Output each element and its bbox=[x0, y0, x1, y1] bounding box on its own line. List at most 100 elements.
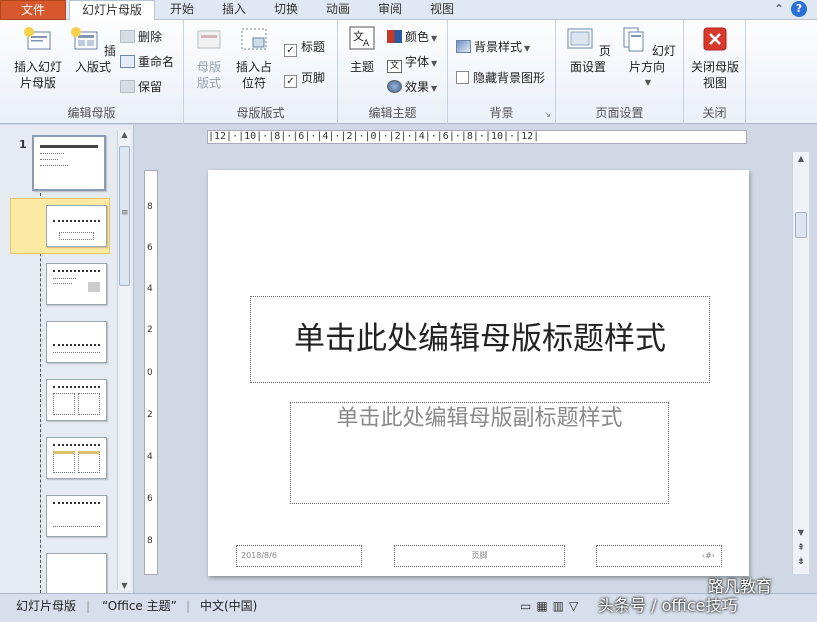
hide-background-label: 隐藏背景图形 bbox=[473, 71, 546, 85]
theme-button[interactable]: 文A 主题 bbox=[344, 26, 380, 75]
date-placeholder[interactable]: 2018/8/6 bbox=[236, 545, 362, 567]
tab-slide-master[interactable]: 幻灯片母版 bbox=[69, 0, 155, 21]
insert-layout-icon bbox=[71, 27, 98, 50]
ruler-tick: 2 bbox=[147, 325, 153, 335]
next-slide-icon[interactable]: ⇟ bbox=[793, 558, 809, 567]
layout-thumbnail[interactable] bbox=[46, 321, 107, 363]
thumbnail-scrollbar[interactable]: ▲ ≡ ▼ bbox=[117, 130, 131, 590]
insert-placeholder-icon bbox=[241, 28, 267, 50]
close-icon bbox=[703, 27, 727, 51]
layout-thumbnail[interactable] bbox=[46, 437, 107, 479]
hide-background-checkbox[interactable]: 隐藏背景图形 bbox=[456, 68, 545, 88]
page-setup-icon bbox=[567, 28, 593, 49]
help-icon[interactable]: ? bbox=[791, 1, 807, 17]
dialog-launcher-icon[interactable]: ↘ bbox=[544, 110, 551, 119]
grip-icon: ≡ bbox=[121, 208, 129, 218]
ruler-tick: 6 bbox=[147, 494, 153, 504]
minimize-ribbon-icon[interactable]: ⌃ bbox=[771, 1, 787, 17]
slide-number-placeholder[interactable]: ‹#› bbox=[596, 545, 722, 567]
tab-review[interactable]: 审阅 bbox=[368, 0, 412, 20]
ruler-tick: 2 bbox=[147, 410, 153, 420]
fonts-button[interactable]: 文字体 ▼ bbox=[387, 52, 437, 73]
footer-checkbox[interactable]: ✓ 页脚 bbox=[284, 68, 325, 88]
status-bar: 幻灯片母版 | “Office 主题” | 中文(中国) ▭▦▥▽ 路凡教育 头… bbox=[0, 577, 817, 622]
tab-animations[interactable]: 动画 bbox=[316, 0, 360, 20]
scroll-up-icon[interactable]: ▲ bbox=[118, 130, 131, 139]
close-master-view-label: 关闭母版视图 bbox=[691, 60, 740, 90]
slide-number: 1 bbox=[19, 138, 27, 151]
status-theme-name: “Office 主题” bbox=[102, 599, 177, 613]
insert-slide-master-label: 插入幻灯片母版 bbox=[13, 60, 62, 90]
tab-home[interactable]: 开始 bbox=[160, 0, 204, 20]
layout-thumbnail[interactable] bbox=[46, 205, 107, 247]
rename-icon bbox=[120, 55, 135, 68]
rename-button[interactable]: 重命名 bbox=[120, 52, 174, 72]
status-view-name: 幻灯片母版 bbox=[16, 599, 77, 613]
colors-icon bbox=[387, 30, 402, 43]
view-buttons-icon[interactable]: ▭▦▥▽ bbox=[520, 596, 583, 616]
preserve-label: 保留 bbox=[138, 80, 163, 94]
insert-placeholder-button[interactable]: 插入占位符 bbox=[230, 26, 278, 91]
scroll-down-icon[interactable]: ▼ bbox=[118, 581, 131, 590]
slide-canvas[interactable]: 单击此处编辑母版标题样式 单击此处编辑母版副标题样式 2018/8/6 页脚 ‹… bbox=[208, 170, 749, 576]
title-placeholder[interactable]: 单击此处编辑母版标题样式 bbox=[250, 296, 710, 383]
layout-thumbnail[interactable] bbox=[46, 263, 107, 305]
theme-label: 主题 bbox=[349, 60, 374, 74]
tab-file[interactable]: 文件 bbox=[0, 0, 66, 20]
group-label-master-layout: 母版版式 bbox=[236, 106, 285, 120]
status-language[interactable]: 中文(中国) bbox=[200, 596, 257, 616]
insert-placeholder-label: 插入占位符 bbox=[235, 60, 272, 90]
title-checkbox[interactable]: ✓ 标题 bbox=[284, 37, 325, 57]
footer-check-label: 页脚 bbox=[301, 71, 326, 85]
master-layout-button[interactable]: 母版版式 bbox=[192, 26, 226, 91]
pin-icon bbox=[120, 80, 135, 93]
colors-button[interactable]: 颜色 ▼ bbox=[387, 27, 437, 47]
layout-thumbnail[interactable] bbox=[46, 379, 107, 421]
vertical-ruler: 8 6 4 2 0 2 4 6 8 bbox=[144, 170, 158, 575]
page-setup-button[interactable]: 页面设置 bbox=[562, 26, 614, 75]
layout-thumbnail[interactable] bbox=[46, 495, 107, 537]
effects-button[interactable]: 效果 ▼ bbox=[387, 77, 437, 97]
slide-orientation-button[interactable]: 幻灯片方向 ▼ bbox=[616, 26, 678, 91]
delete-button[interactable]: 删除 bbox=[120, 27, 162, 47]
slide-orientation-icon bbox=[623, 27, 644, 52]
group-label-background: 背景 bbox=[489, 106, 514, 120]
watermark-subtitle: 头条号 / office技巧 bbox=[598, 596, 738, 615]
insert-slide-master-button[interactable]: 插入幻灯片母版 bbox=[8, 26, 68, 91]
background-styles-label: 背景样式 bbox=[474, 40, 523, 54]
scroll-up-icon[interactable]: ▲ bbox=[793, 154, 809, 163]
tab-view[interactable]: 视图 bbox=[420, 0, 464, 20]
footer-check-icon: ✓ bbox=[284, 75, 297, 88]
insert-layout-button[interactable]: 插入版式 bbox=[66, 26, 120, 75]
subtitle-placeholder[interactable]: 单击此处编辑母版副标题样式 bbox=[290, 402, 669, 504]
theme-icon: 文A bbox=[349, 26, 375, 50]
group-label-edit-master: 编辑母版 bbox=[67, 106, 116, 120]
ribbon: 插入幻灯片母版 插入版式 删除 重命名 保留 编辑母版 母版版式 插入占位符 ✓… bbox=[0, 20, 817, 124]
fonts-icon: 文 bbox=[387, 60, 402, 73]
close-master-view-button[interactable]: 关闭母版视图 bbox=[687, 26, 743, 91]
insert-slide-master-icon bbox=[24, 27, 51, 50]
hide-background-check-icon bbox=[456, 71, 469, 84]
horizontal-ruler: |12|·|10|·|8|·|6|·|4|·|2|·|0|·|2|·|4|·|6… bbox=[207, 130, 747, 144]
delete-icon bbox=[120, 30, 135, 43]
master-thumbnail[interactable] bbox=[32, 135, 106, 191]
tab-transitions[interactable]: 切换 bbox=[264, 0, 308, 20]
group-edit-theme: 文A 主题 颜色 ▼ 文字体 ▼ 效果 ▼ 编辑主题 bbox=[338, 20, 448, 124]
scroll-down-icon[interactable]: ▼ bbox=[793, 528, 809, 537]
group-master-layout: 母版版式 插入占位符 ✓ 标题 ✓ 页脚 母版版式 bbox=[184, 20, 338, 124]
preserve-button[interactable]: 保留 bbox=[120, 77, 162, 97]
effects-label: 效果 bbox=[405, 80, 430, 94]
background-styles-icon bbox=[456, 40, 471, 53]
title-check-icon: ✓ bbox=[284, 44, 297, 57]
editor-scrollbar[interactable]: ▲ ▼ ⇞ ⇟ bbox=[792, 152, 809, 574]
title-check-label: 标题 bbox=[301, 40, 326, 54]
layout-thumbnail[interactable] bbox=[46, 553, 107, 593]
background-styles-button[interactable]: 背景样式 ▼ bbox=[456, 37, 530, 57]
editor-scrollbar-thumb[interactable] bbox=[795, 212, 807, 238]
previous-slide-icon[interactable]: ⇞ bbox=[793, 544, 809, 553]
watermark-title: 路凡教育 bbox=[708, 577, 773, 596]
group-label-edit-theme: 编辑主题 bbox=[368, 106, 417, 120]
footer-placeholder[interactable]: 页脚 bbox=[394, 545, 565, 567]
tab-insert[interactable]: 插入 bbox=[212, 0, 256, 20]
group-page-setup: 页面设置 幻灯片方向 ▼ 页面设置 bbox=[556, 20, 684, 124]
